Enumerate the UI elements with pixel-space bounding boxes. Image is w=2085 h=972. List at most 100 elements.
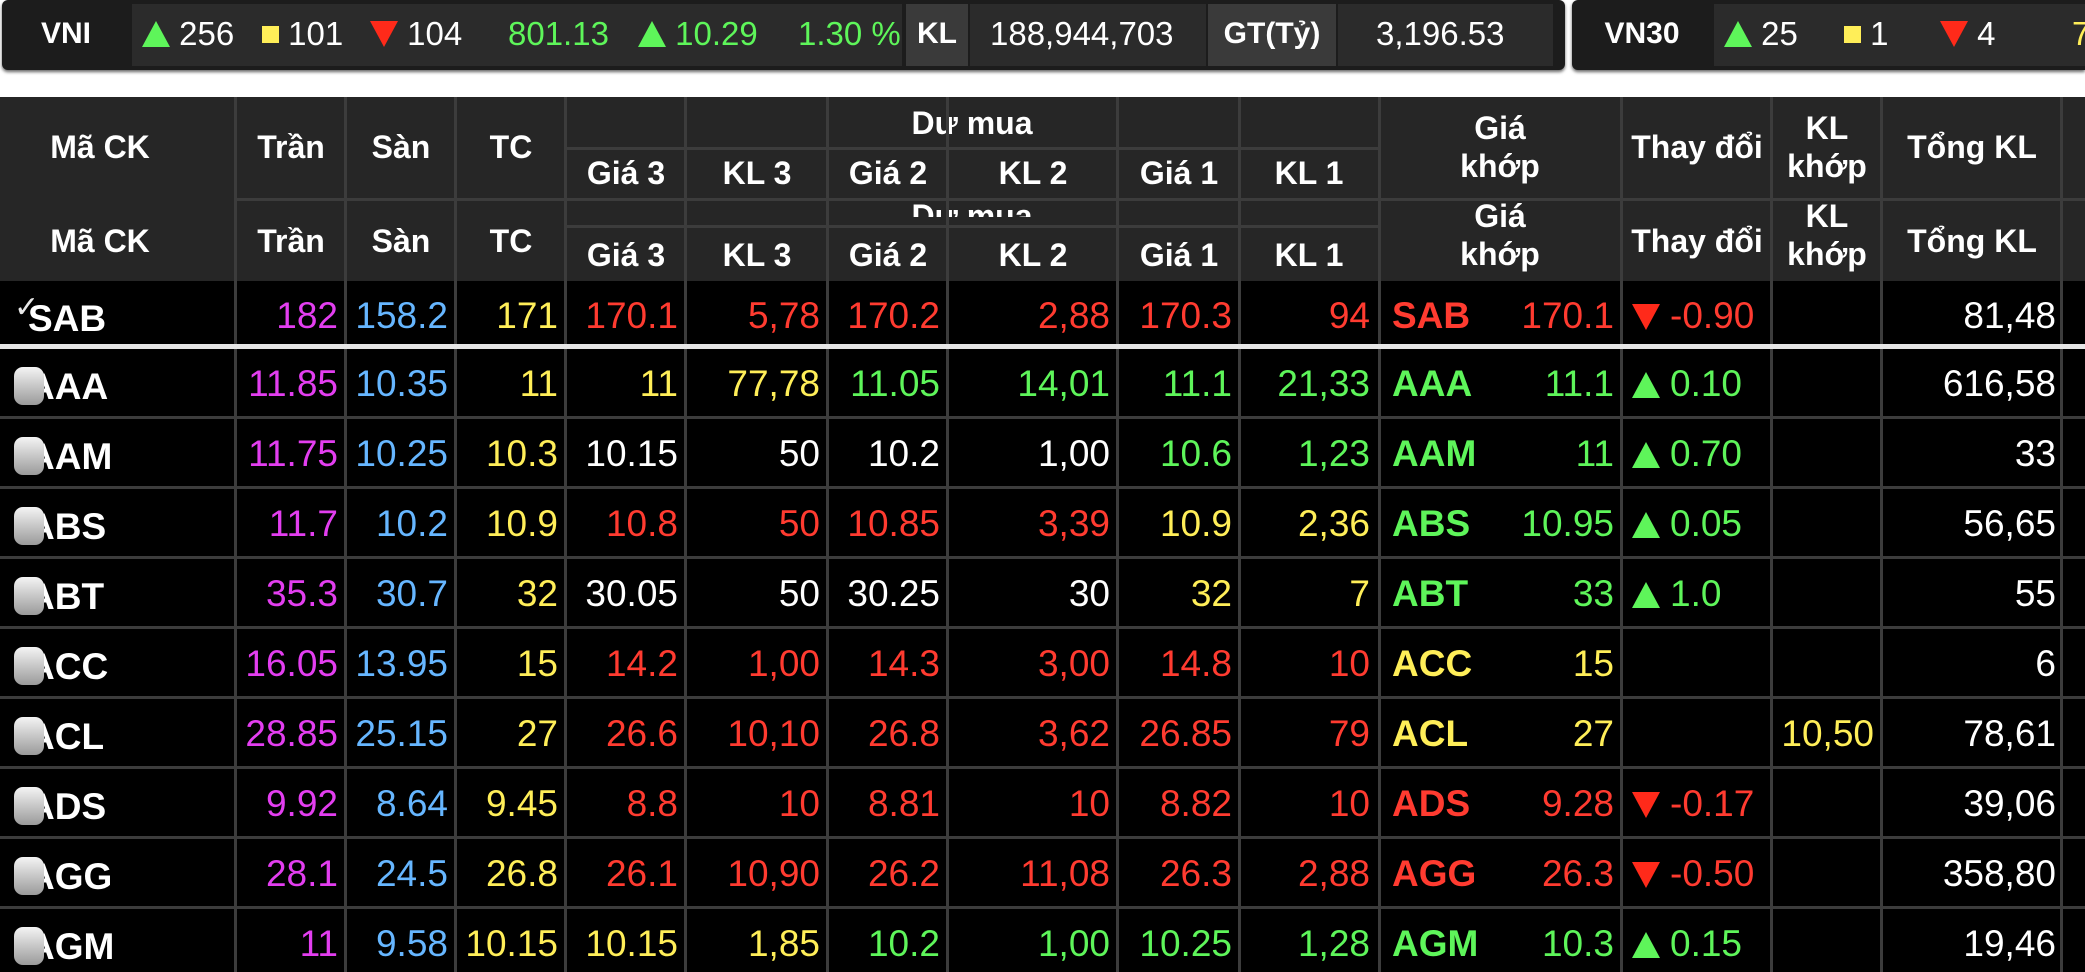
bid-price-3[interactable]: 26.6	[566, 699, 678, 766]
bid-price-3[interactable]: 10.8	[566, 489, 678, 556]
bid-price-3[interactable]: 14.2	[566, 629, 678, 696]
bid-price-1[interactable]: 10.25	[1118, 909, 1232, 972]
table-row[interactable]: ACL 28.85 25.15 27 26.6 10,10 26.8 3,62 …	[0, 699, 2085, 766]
header-ref[interactable]: TC	[456, 97, 566, 197]
bid-vol-2: 2,88	[1037, 295, 1110, 336]
sticky-header-ref: TC	[489, 223, 533, 259]
row-symbol[interactable]: AGG	[14, 839, 112, 906]
row-handle-icon[interactable]	[14, 437, 44, 475]
row-handle-icon[interactable]	[14, 717, 44, 755]
row-handle-icon[interactable]	[14, 367, 44, 405]
ceiling-price: 11	[299, 923, 338, 964]
bid-price-2[interactable]: 10.2	[828, 909, 940, 972]
row-symbol[interactable]: AGM	[14, 909, 114, 972]
row-symbol[interactable]: ACC	[14, 629, 108, 696]
floor-price: 24.5	[375, 853, 448, 894]
bid-price-2[interactable]: 30.25	[828, 559, 940, 626]
total-volume: 78,61	[1963, 713, 2056, 754]
table-row[interactable]: ACC 16.05 13.95 15 14.2 1,00 14.3 3,00 1…	[0, 629, 2085, 696]
header-floor[interactable]: Sàn	[346, 97, 456, 197]
bid-price-2[interactable]: 26.8	[828, 699, 940, 766]
table-row[interactable]: ✓ SAB 182 158.2 171 170.1 5,78 170.2 2,88…	[0, 281, 2085, 348]
vni-index-panel[interactable]: VNI 256 101 104 801.13 10.29 1.30 % KL 1…	[2, 0, 1565, 70]
bid-price-2[interactable]: 10.2	[828, 419, 940, 486]
row-symbol[interactable]: ABS	[14, 489, 106, 556]
table-row[interactable]: AGM 11 9.58 10.15 10.15 1,85 10.2 1,00 1…	[0, 909, 2085, 972]
header-match-vol[interactable]: KL khớp	[1772, 97, 1882, 197]
row-symbol[interactable]: ABT	[14, 559, 104, 626]
header-match-price[interactable]: Giá khớp	[1380, 97, 1620, 197]
bid-vol-2: 3,00	[1037, 643, 1110, 684]
bid-price-1[interactable]: 14.8	[1118, 629, 1232, 696]
match-symbol: AGG	[1392, 853, 1477, 894]
table-row[interactable]: AAA 11.85 10.35 11 11 77,78 11.05 14,01 …	[0, 349, 2085, 416]
table-row[interactable]: ABS 11.7 10.2 10.9 10.8 50 10.85 3,39 10…	[0, 489, 2085, 556]
match-volume	[1772, 769, 1874, 836]
row-symbol[interactable]: ACL	[14, 699, 104, 766]
bid-vol-1: 10	[1328, 643, 1370, 684]
bid-price-3[interactable]: 11	[566, 349, 678, 416]
bid-price-2[interactable]: 10.85	[828, 489, 940, 556]
vni-down-count: 104	[370, 0, 462, 70]
reference-price: 11	[519, 363, 558, 404]
bid-price-2[interactable]: 170.2	[828, 281, 940, 348]
bid-price-3[interactable]: 10.15	[566, 909, 678, 972]
header-divider	[236, 198, 2085, 201]
pin-check-icon[interactable]: ✓	[14, 293, 44, 333]
bid-price-1[interactable]: 8.82	[1118, 769, 1232, 836]
vn30-index-panel[interactable]: VN30 25 1 4 7	[1572, 0, 2085, 70]
row-symbol[interactable]: AAM	[14, 419, 112, 486]
bid-price-3[interactable]: 30.05	[566, 559, 678, 626]
row-symbol[interactable]: ✓ SAB	[14, 281, 106, 348]
match-volume	[1772, 489, 1874, 556]
down-arrow-icon	[1940, 21, 1968, 47]
bid-price-3[interactable]: 10.15	[566, 419, 678, 486]
bid-price-2[interactable]: 8.81	[828, 769, 940, 836]
header-change[interactable]: Thay đổi	[1622, 97, 1772, 197]
row-symbol[interactable]: AAA	[14, 349, 108, 416]
header-vol3[interactable]: KL 3	[686, 149, 828, 197]
bid-price-3[interactable]: 26.1	[566, 839, 678, 906]
bid-price-1[interactable]: 32	[1118, 559, 1232, 626]
row-handle-icon[interactable]	[14, 647, 44, 685]
row-handle-icon[interactable]	[14, 507, 44, 545]
header-price3[interactable]: Giá 3	[566, 149, 686, 197]
flat-square-icon	[262, 26, 279, 43]
header-symbol[interactable]: Mã CK	[0, 97, 200, 197]
bid-price-1[interactable]: 11.1	[1118, 349, 1232, 416]
table-row[interactable]: ABT 35.3 30.7 32 30.05 50 30.25 30 32 7 …	[0, 559, 2085, 626]
header-price2[interactable]: Giá 2	[828, 149, 948, 197]
match-volume: 10,50	[1781, 713, 1874, 754]
price-board[interactable]: Mã CK Trần Sàn TC Dư mua Giá 3 KL 3 Giá …	[0, 97, 2085, 972]
bid-price-3[interactable]: 170.1	[566, 281, 678, 348]
table-row[interactable]: AGG 28.1 24.5 26.8 26.1 10,90 26.2 11,08…	[0, 839, 2085, 906]
match-price: 10.95	[1521, 503, 1614, 544]
total-volume: 55	[2014, 573, 2056, 614]
bid-price-1[interactable]: 26.85	[1118, 699, 1232, 766]
bid-price-1[interactable]: 10.6	[1118, 419, 1232, 486]
header-price1[interactable]: Giá 1	[1118, 149, 1240, 197]
bid-vol-1: 1,28	[1297, 923, 1370, 964]
bid-price-2[interactable]: 14.3	[828, 629, 940, 696]
row-handle-icon[interactable]	[14, 577, 44, 615]
row-symbol[interactable]: ADS	[14, 769, 106, 836]
bid-price-2[interactable]: 11.05	[828, 349, 940, 416]
header-total-vol[interactable]: Tổng KL	[1882, 97, 2062, 197]
row-handle-icon[interactable]	[14, 787, 44, 825]
header-vol1[interactable]: KL 1	[1240, 149, 1378, 197]
row-handle-icon[interactable]	[14, 857, 44, 895]
bid-vol-1: 2,36	[1297, 503, 1370, 544]
bid-price-3[interactable]: 8.8	[566, 769, 678, 836]
bid-vol-3: 10,10	[727, 713, 820, 754]
total-volume: 616,58	[1942, 363, 2056, 404]
table-row[interactable]: ADS 9.92 8.64 9.45 8.8 10 8.81 10 8.82 1…	[0, 769, 2085, 836]
down-arrow-icon	[370, 21, 398, 47]
table-row[interactable]: AAM 11.75 10.25 10.3 10.15 50 10.2 1,00 …	[0, 419, 2085, 486]
header-ceiling[interactable]: Trần	[236, 97, 346, 197]
header-vol2[interactable]: KL 2	[948, 149, 1118, 197]
bid-price-1[interactable]: 10.9	[1118, 489, 1232, 556]
row-handle-icon[interactable]	[14, 927, 44, 965]
bid-price-2[interactable]: 26.2	[828, 839, 940, 906]
bid-price-1[interactable]: 170.3	[1118, 281, 1232, 348]
bid-price-1[interactable]: 26.3	[1118, 839, 1232, 906]
